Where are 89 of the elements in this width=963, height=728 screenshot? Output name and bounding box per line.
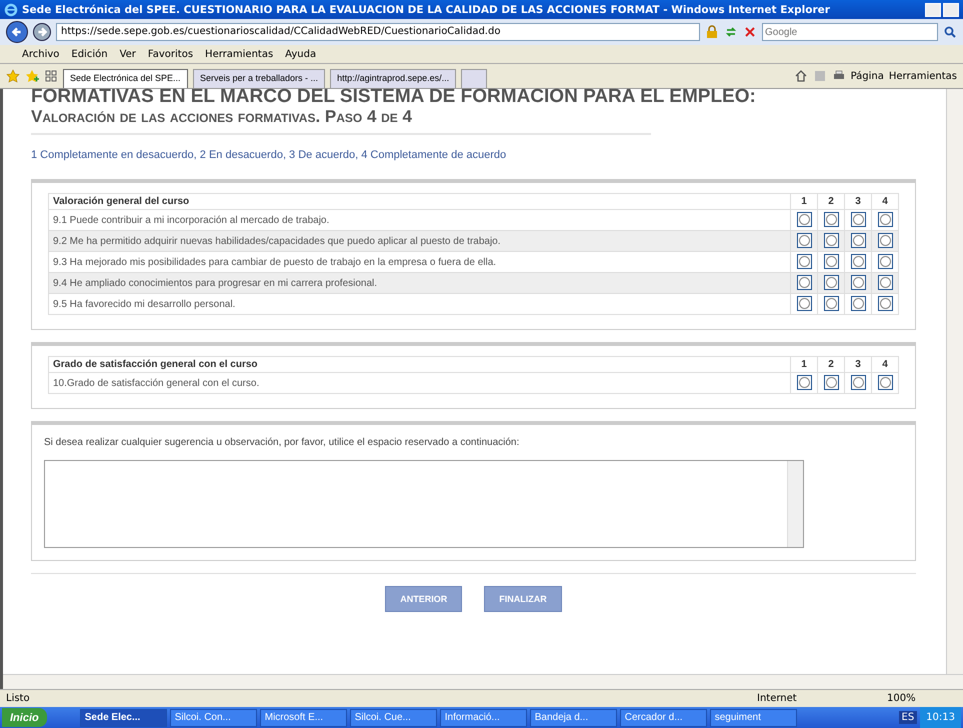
radio-button[interactable] [796,254,812,269]
taskbar-button[interactable]: Microsoft E... [260,708,347,726]
taskbar-button[interactable]: seguiment [710,708,797,726]
stop-icon[interactable] [743,25,757,39]
search-field[interactable]: Google [762,23,938,41]
radio-button[interactable] [850,296,866,311]
taskbar-button[interactable]: Informació... [440,708,527,726]
question-text: 9.4 He ampliado conocimientos para progresar en mi carrera profesional. [48,272,790,294]
back-button[interactable] [6,21,28,43]
scale-number: 2 [818,356,844,372]
radio-button[interactable] [878,254,892,269]
menu-item[interactable]: Ayuda [285,48,316,60]
menu-item[interactable]: Ver [120,48,136,60]
star-icon[interactable] [6,69,20,83]
radio-button[interactable] [824,275,838,290]
comments-label: Si desea realizar cualquier sugerencia u observación, por favor, utilice el espacio reservado a continuación: [44,437,520,448]
status-text: Listo [6,693,30,704]
radio-button[interactable] [824,212,838,227]
radio-button[interactable] [878,233,892,248]
browser-logo-icon [4,2,18,16]
zoom-level[interactable]: 100% [887,693,957,704]
menu-item[interactable]: Archivo [22,48,60,60]
section-heading: Valoración general del curso [48,194,790,210]
radio-button[interactable] [796,296,812,311]
menu-item[interactable]: Edición [71,48,108,60]
taskbar-button[interactable]: Sede Elec... [80,708,167,726]
radio-button[interactable] [878,275,892,290]
scale-legend: 1 Completamente en desacuerdo, 2 En desacuerdo, 3 De acuerdo, 4 Completamente de acuerdo [31,149,916,161]
radio-button[interactable] [850,212,866,227]
scrollbar[interactable] [787,461,803,547]
minimize-button[interactable] [925,2,941,16]
question-text: 10.Grado de satisfacción general con el curso. [48,372,790,394]
radio-button[interactable] [824,254,838,269]
radio-button[interactable] [878,375,892,390]
section-heading: Grado de satisfacción general con el curso [48,356,790,372]
radio-button[interactable] [824,375,838,390]
refresh-icon[interactable] [724,25,738,39]
radio-button[interactable] [850,254,866,269]
forward-button[interactable] [33,23,51,41]
scale-number: 3 [844,194,872,210]
radio-button[interactable] [824,233,838,248]
grid-icon[interactable] [44,69,58,83]
page-subheading: Valoración de las acciones formativas. Paso 4 de 4 [31,105,651,135]
menu-item[interactable]: Herramientas [205,48,274,60]
scale-number: 4 [872,356,898,372]
taskbar-button[interactable]: Silcoi. Con... [170,708,257,726]
command-menu[interactable]: Página [850,70,884,82]
start-button[interactable]: Inicio [2,708,47,727]
comments-field[interactable] [44,460,804,548]
radio-button[interactable] [796,375,812,390]
lock-icon [705,25,719,39]
radio-button[interactable] [850,275,866,290]
window-title: Sede Electrónica del SPEE. CUESTIONARIO PARA LA EVALUACION DE LA CALIDAD DE LAS ACCIONES FORMAT - Windows Internet Explorer [22,4,831,16]
add-favorite-icon[interactable] [25,69,39,83]
menu-item[interactable]: Favoritos [148,48,194,60]
search-icon[interactable] [943,25,957,39]
browser-tab[interactable]: http://agintraprod.sepe.es/... [330,69,456,88]
scale-number: 1 [790,356,818,372]
clock: 10:13 [920,707,961,728]
security-zone: Internet [757,693,798,704]
radio-button[interactable] [796,233,812,248]
question-text: 9.2 Me ha permitido adquirir nuevas habilidades/capacidades que puedo aplicar al puesto de trabajo. [48,230,790,252]
radio-button[interactable] [796,275,812,290]
taskbar-button[interactable]: Silcoi. Cue... [350,708,437,726]
radio-button[interactable] [878,296,892,311]
address-field[interactable]: https://sede.sepe.gob.es/cuestionarioscalidad/CCalidadWebRED/CuestionarioCalidad.do [56,23,700,41]
taskbar-button[interactable]: Cercador d... [620,708,707,726]
home-icon[interactable] [794,69,808,83]
radio-button[interactable] [850,233,866,248]
maximize-button[interactable] [943,2,959,16]
browser-tab[interactable]: Serveis per a treballadors - ... [193,69,326,88]
scale-number: 2 [818,194,844,210]
radio-button[interactable] [796,212,812,227]
page-heading: FORMATIVAS EN EL MARCO DEL SISTEMA DE FORMACION PARA EL EMPLEO: [31,89,757,105]
scrollbar[interactable] [946,89,963,674]
forward-arrow-icon [36,26,48,38]
scale-number: 3 [844,356,872,372]
command-menu[interactable]: Herramientas [888,70,957,82]
scrollbar[interactable] [3,674,963,689]
browser-tab[interactable]: Sede Electrónica del SPE... [63,69,188,88]
radio-button[interactable] [824,296,838,311]
question-text: 9.5 Ha favorecido mi desarrollo personal. [48,294,790,314]
back-arrow-icon [11,26,23,38]
scale-number: 4 [872,194,898,210]
radio-button[interactable] [878,212,892,227]
taskbar-button[interactable]: Bandeja d... [530,708,617,726]
scale-number: 1 [790,194,818,210]
radio-button[interactable] [850,375,866,390]
language-indicator[interactable]: ES [898,711,918,724]
